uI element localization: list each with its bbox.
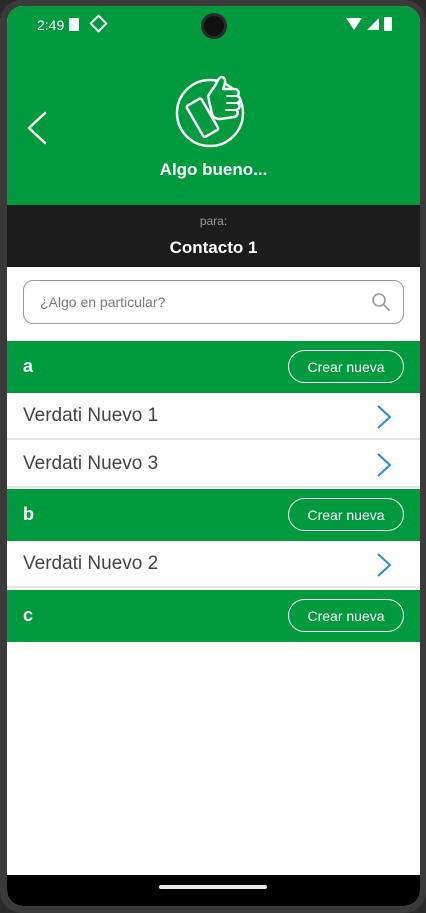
system-nav-bar xyxy=(7,875,420,906)
search-icon[interactable] xyxy=(371,292,391,312)
recipient-bar: para: Contacto 1 xyxy=(7,205,420,267)
create-new-button[interactable]: Crear nueva xyxy=(288,350,404,383)
list-item[interactable]: Verdati Nuevo 3 xyxy=(7,441,420,488)
recipient-label: para: xyxy=(199,214,228,228)
recipient-contact: Contacto 1 xyxy=(169,238,258,257)
home-indicator[interactable] xyxy=(159,885,267,889)
section-letter: a xyxy=(23,356,34,376)
thumbs-up-icon xyxy=(175,75,245,148)
list-item[interactable]: Verdati Nuevo 2 xyxy=(7,541,420,588)
chevron-right-icon[interactable] xyxy=(376,552,392,578)
battery-icon xyxy=(384,17,392,31)
section-header-b: b Crear nueva xyxy=(7,489,420,541)
status-bar: 2:49 xyxy=(7,6,420,46)
diamond-icon xyxy=(89,14,108,33)
list-item-label: Verdati Nuevo 2 xyxy=(23,553,159,574)
chevron-right-icon[interactable] xyxy=(376,404,392,430)
phone-frame: 2:49 Algo bueno... para: Contacto 1 ¿Alg… xyxy=(0,0,426,913)
chevron-right-icon[interactable] xyxy=(376,452,392,478)
list-item[interactable]: Verdati Nuevo 1 xyxy=(7,393,420,440)
sim-card-icon xyxy=(69,18,79,31)
status-indicators xyxy=(346,17,392,31)
status-time: 2:49 xyxy=(37,17,65,33)
app-screen: 2:49 Algo bueno... para: Contacto 1 ¿Alg… xyxy=(7,6,420,906)
list-item-label: Verdati Nuevo 3 xyxy=(23,453,159,474)
list-item-label: Verdati Nuevo 1 xyxy=(23,405,159,426)
section-letter: c xyxy=(23,605,34,625)
page-header: Algo bueno... xyxy=(7,46,420,206)
signal-icon xyxy=(367,18,379,30)
create-new-button[interactable]: Crear nueva xyxy=(288,599,404,632)
search-input[interactable] xyxy=(40,281,360,323)
section-header-a: a Crear nueva xyxy=(7,341,420,393)
create-new-button[interactable]: Crear nueva xyxy=(288,498,404,531)
search-box[interactable] xyxy=(23,280,404,324)
page-title: Algo bueno... xyxy=(159,160,268,179)
wifi-icon xyxy=(346,18,362,30)
section-letter: b xyxy=(23,504,34,524)
back-chevron-icon[interactable] xyxy=(23,108,53,148)
section-header-c: c Crear nueva xyxy=(7,590,420,642)
camera-cutout xyxy=(201,13,227,39)
